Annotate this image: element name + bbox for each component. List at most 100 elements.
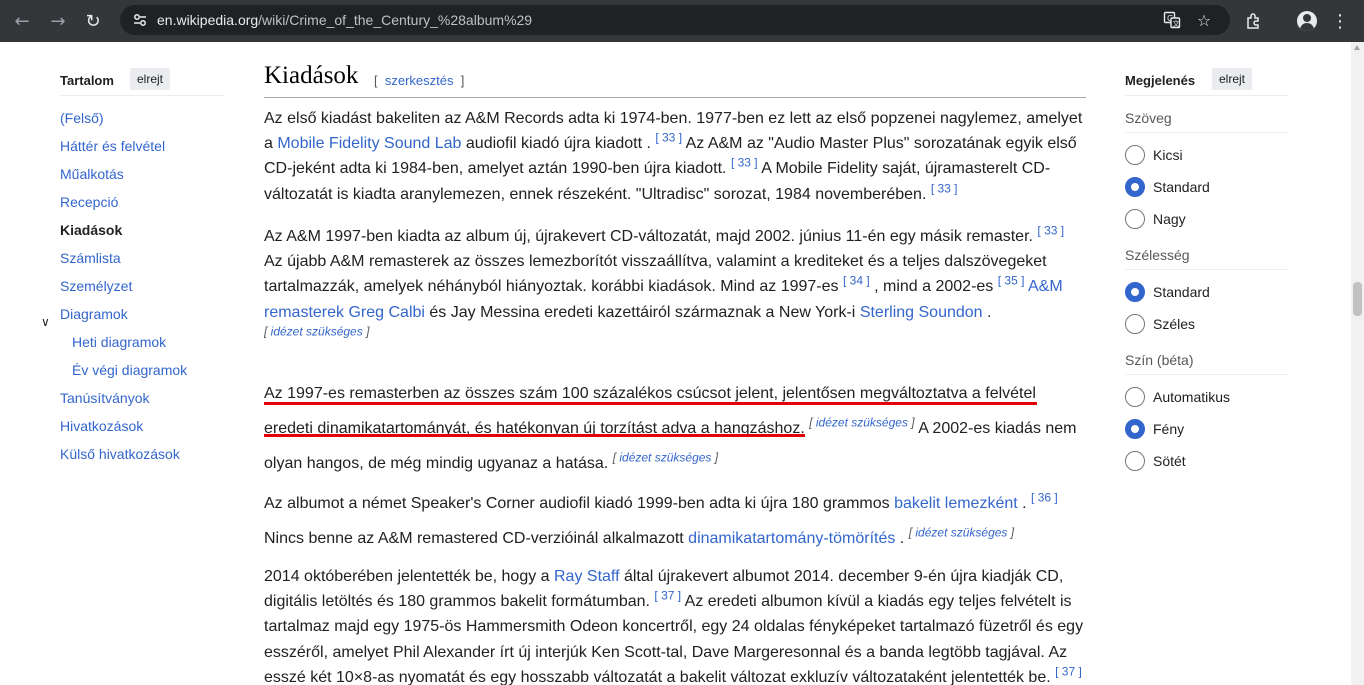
radio-width-wide[interactable]: Széles [1125,314,1195,334]
p2-text: . [982,303,992,321]
profile-avatar-icon[interactable] [1294,8,1320,34]
appearance-title: Megjelenés [1125,73,1196,88]
section-edit-link[interactable]: szerkesztés [385,73,454,88]
ref-34[interactable]: [ 34 ] [843,274,870,288]
citation-needed-link[interactable]: idézet szükséges [816,416,908,430]
toc-item-reception[interactable]: Recepció [60,194,118,210]
citation-needed-link[interactable]: idézet szükséges [619,451,711,465]
p3-line-1: Az 1997-es remasterben az összes szám 10… [264,385,1036,402]
radio-circle-checked[interactable] [1125,177,1145,197]
radio-text-standard[interactable]: Standard [1125,177,1210,197]
paragraph-3-highlighted: Az 1997-es remasterben az összes szám 10… [264,376,1086,481]
radio-circle[interactable] [1125,387,1145,407]
toc-item-tracklist[interactable]: Számlista [60,250,121,266]
link-sterling-sound[interactable]: Sterling Soundon [860,304,983,321]
forward-arrow-icon[interactable]: → [45,8,71,34]
radio-color-dark[interactable]: Sötét [1125,451,1186,471]
citation-needed: [ idézet szükséges ] [809,415,915,430]
link-mobile-fidelity[interactable]: Mobile Fidelity Sound Lab [277,135,461,152]
text-size-label: Szöveg [1125,110,1172,126]
link-vinyl-record[interactable]: bakelit lemezként [894,495,1018,512]
radio-color-automatic[interactable]: Automatikus [1125,387,1230,407]
ref-36[interactable]: [ 36 ] [1031,491,1058,505]
extensions-icon[interactable] [1241,8,1267,34]
p2-text: és Jay Messina eredeti kazettáiról szárm… [424,303,860,321]
toc-item-personnel[interactable]: Személyzet [60,278,132,294]
link-dynamic-range-compression[interactable]: dinamikatartomány-tömörítés [688,530,895,547]
toc-item-certifications[interactable]: Tanúsítványok [60,390,150,406]
ref-33[interactable]: [ 33 ] [655,131,682,145]
radio-label: Automatikus [1153,389,1231,405]
p3-text: A 2002-es kiadás nem [914,420,1077,437]
divider [1125,269,1289,270]
radio-circle[interactable] [1125,314,1145,334]
address-bar[interactable]: en.wikipedia.org/wiki/Crime_of_the_Centu… [120,5,1230,35]
section-heading: Kiadások [264,62,359,89]
citation-needed: [ idézet szükséges ] [612,450,719,465]
radio-label: Nagy [1153,211,1186,227]
toc-item-references[interactable]: Hivatkozások [60,418,143,434]
translate-icon[interactable]: G文 [1162,10,1182,30]
toc-item-external-links[interactable]: Külső hivatkozások [60,446,180,462]
toc-item-background[interactable]: Háttér és felvétel [60,138,165,154]
radio-circle[interactable] [1125,451,1145,471]
toc-item-releases[interactable]: Kiadások [60,222,122,238]
scrollbar-thumb[interactable] [1353,282,1362,316]
radio-circle-checked[interactable] [1125,419,1145,439]
appearance-header: Megjelenés elrejt [1125,62,1289,96]
reload-icon[interactable]: ↻ [80,8,106,34]
p2-text: , mind a 2002-es [869,278,998,296]
divider [1125,132,1289,133]
toc-item-charts[interactable]: ∨ Diagramok [41,306,128,329]
p3-line-2: eredeti dinamikatartományát, és hatékony… [264,411,1086,446]
citation-needed: [ idézet szükséges ] [908,525,1015,540]
p4-line-1: Az albumot a német Speaker's Corner audi… [264,486,1086,521]
link-ray-staff[interactable]: Ray Staff [554,568,620,585]
ref-37[interactable]: [ 37 ] [1055,664,1082,678]
citation-needed-link[interactable]: idézet szükséges [915,526,1007,540]
radio-label: Kicsi [1153,147,1183,163]
p2-text: Az A&M 1997-ben kiadta az album új, újra… [264,228,1038,245]
section-heading-row: Kiadások [ szerkesztés ] [264,60,1086,98]
browser-toolbar: ← → ↻ en.wikipedia.org/wiki/Crime_of_the… [0,0,1364,42]
toc-item-artwork[interactable]: Műalkotás [60,166,124,182]
back-arrow-icon[interactable]: ← [9,8,35,34]
paragraph-4: Az albumot a német Speaker's Corner audi… [264,486,1086,556]
radio-label: Standard [1153,179,1210,195]
p5-text: 2014 októberében jelentették be, hogy a [264,568,554,585]
toc-hide-button[interactable]: elrejt [130,68,171,90]
ref-37[interactable]: [ 37 ] [654,589,681,603]
ref-33[interactable]: [ 33 ] [731,156,758,170]
toc-item-top[interactable]: (Felső) [60,110,104,126]
site-info-icon[interactable] [132,12,148,28]
section-edit: [ szerkesztés ] [374,73,465,88]
radio-width-standard[interactable]: Standard [1125,282,1210,302]
page-scrollbar[interactable] [1351,42,1364,685]
toc-title: Tartalom [60,73,114,88]
radio-circle-checked[interactable] [1125,282,1145,302]
ref-33[interactable]: [ 33 ] [931,181,958,195]
radio-circle[interactable] [1125,145,1145,165]
table-of-contents: Tartalom elrejt (Felső) Háttér és felvét… [41,62,225,462]
menu-kebab-icon[interactable]: ⋮ [1327,8,1353,34]
red-underline-annotation [264,402,1037,405]
chevron-down-icon[interactable]: ∨ [41,315,50,329]
citation-needed-link[interactable]: idézet szükséges [271,324,363,338]
p3-line-3: olyan hangos, de még mindig ugyanaz a ha… [264,446,1086,481]
radio-color-light[interactable]: Fény [1125,419,1184,439]
radio-text-large[interactable]: Nagy [1125,209,1186,229]
toc-item-year-end-charts[interactable]: Év végi diagramok [72,362,187,378]
toc-item-weekly-charts[interactable]: Heti diagramok [72,334,166,350]
radio-circle[interactable] [1125,209,1145,229]
p4-text: Az albumot a német Speaker's Corner audi… [264,495,895,512]
bookmark-star-icon[interactable]: ☆ [1194,10,1214,30]
url-path: /wiki/Crime_of_the_Century_%28album%29 [258,12,533,28]
radio-label: Széles [1153,316,1196,332]
appearance-hide-button[interactable]: elrejt [1212,68,1253,90]
ref-35[interactable]: [ 35 ] [998,274,1025,288]
scroll-up-arrow-icon[interactable] [1354,45,1360,50]
paragraph-2: Az A&M 1997-ben kiadta az album új, újra… [264,224,1086,350]
ref-33[interactable]: [ 33 ] [1037,224,1064,238]
p4-text: . [895,530,909,547]
radio-text-small[interactable]: Kicsi [1125,145,1183,165]
